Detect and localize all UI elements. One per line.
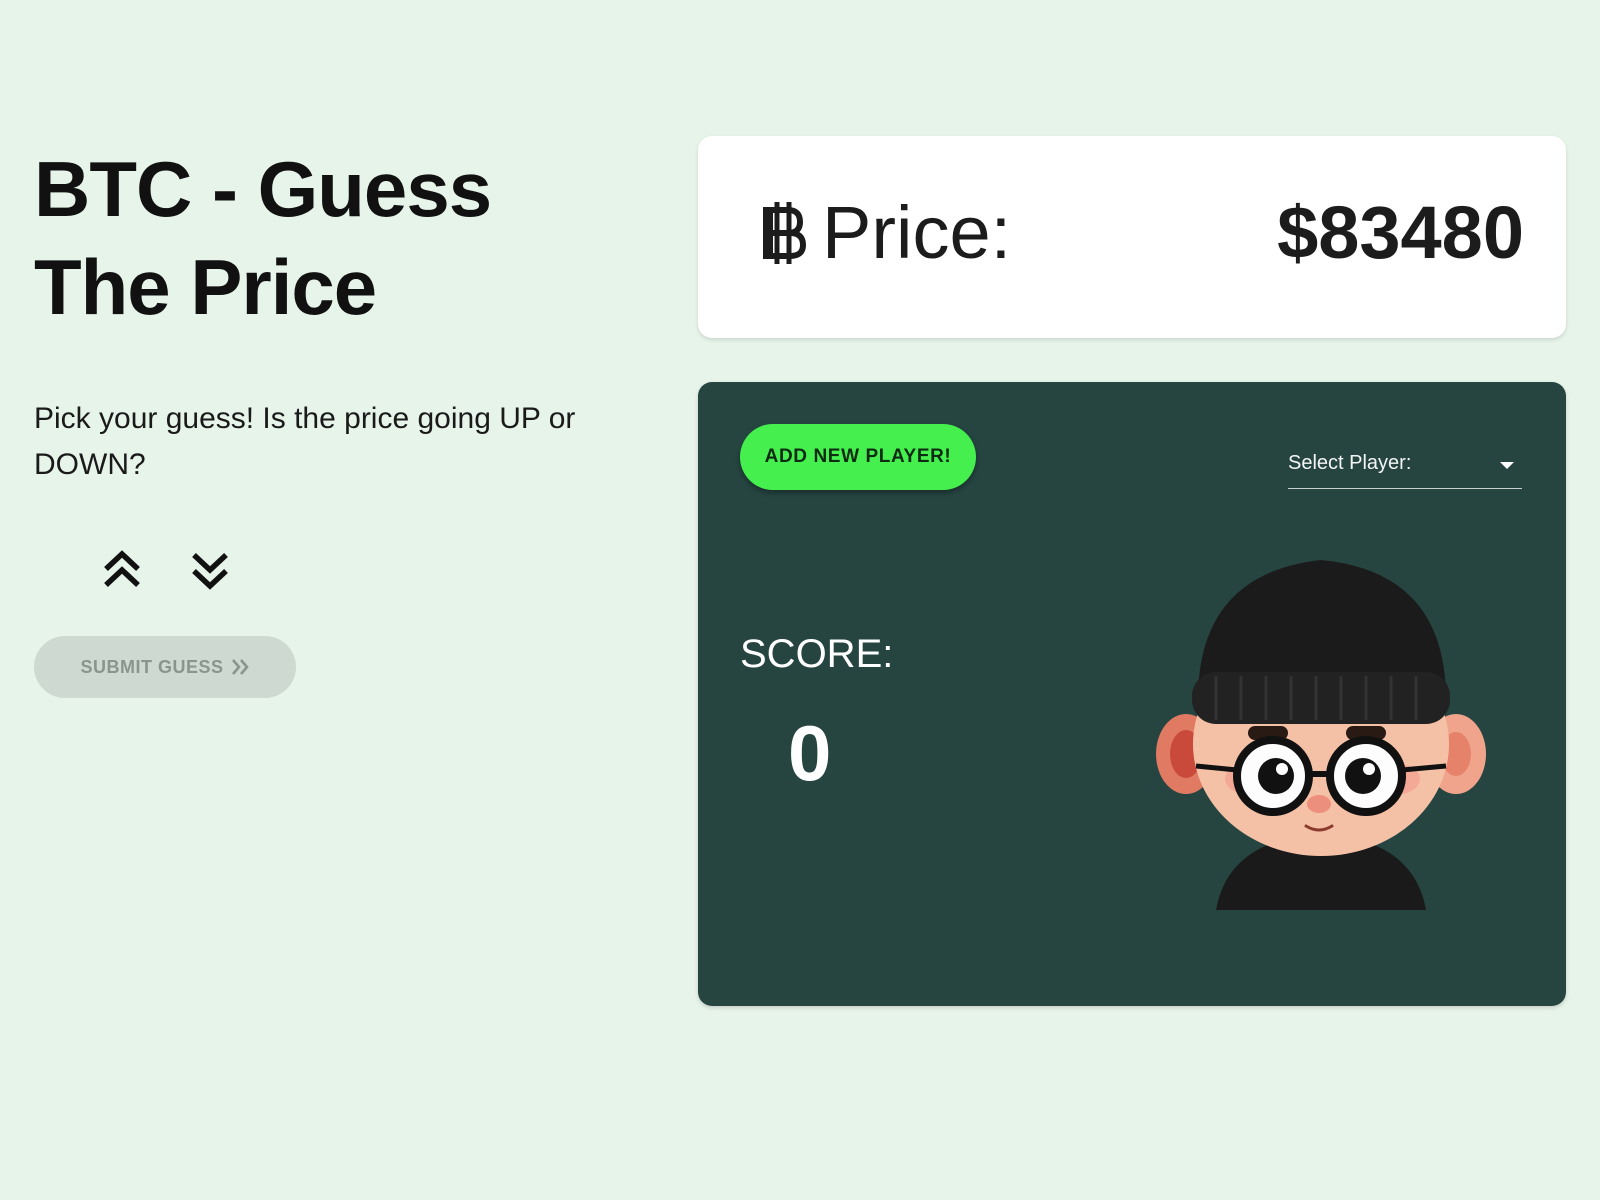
page-title: BTC - Guess The Price <box>34 140 634 336</box>
select-player-dropdown[interactable]: Select Player: <box>1288 448 1522 489</box>
intro-section: BTC - Guess The Price Pick your guess! I… <box>34 140 634 698</box>
player-avatar <box>1156 560 1486 910</box>
double-chevron-up-icon <box>104 550 140 588</box>
select-player-label: Select Player: <box>1288 452 1412 474</box>
add-new-player-button[interactable]: ADD NEW PLAYER! <box>740 424 976 490</box>
page-title-line-2: The Price <box>34 243 377 331</box>
guess-direction-buttons <box>100 548 232 592</box>
caret-down-icon <box>1500 462 1514 469</box>
price-value: $83480 <box>1277 191 1524 274</box>
score-label: SCORE: <box>740 632 894 676</box>
guess-up-button[interactable] <box>100 548 144 592</box>
bitcoin-icon <box>763 202 807 264</box>
price-label: Price: <box>822 191 1012 274</box>
price-card: Price: $83480 <box>698 136 1566 338</box>
score-value: 0 <box>788 709 832 797</box>
double-chevron-down-icon <box>192 552 228 590</box>
submit-guess-label: SUBMIT GUESS <box>80 656 224 677</box>
submit-guess-button[interactable]: SUBMIT GUESS <box>34 636 296 698</box>
page-title-line-1: BTC - Guess <box>34 145 492 233</box>
double-chevron-right-icon <box>231 659 249 675</box>
instructions-text: Pick your guess! Is the price going UP o… <box>34 402 576 481</box>
price-label-group: Price: <box>758 188 1011 278</box>
game-panel: ADD NEW PLAYER! Select Player: SCORE: 0 <box>698 382 1566 1006</box>
guess-down-button[interactable] <box>188 548 232 592</box>
